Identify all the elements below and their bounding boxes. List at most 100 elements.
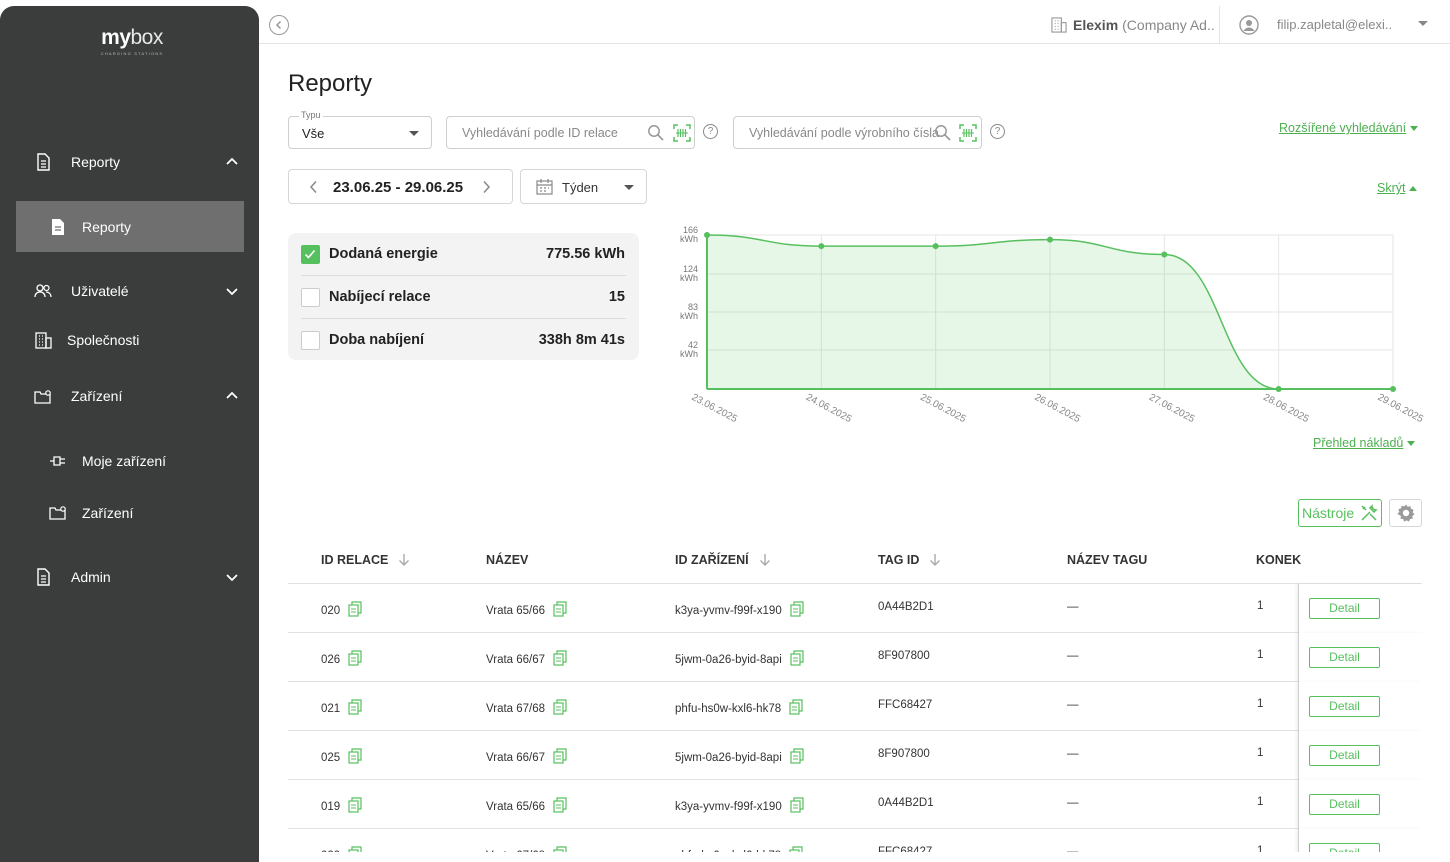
- session-search-input[interactable]: Vyhledávání podle ID relace: [446, 116, 695, 149]
- action-cell: Detail: [1298, 780, 1422, 829]
- collapse-sidebar-button[interactable]: [269, 15, 289, 35]
- chevron-left-icon[interactable]: [309, 180, 319, 194]
- divider: [1219, 6, 1220, 43]
- sidebar-item-companies[interactable]: Společnosti: [0, 320, 259, 360]
- sort-arrow-icon[interactable]: [398, 553, 410, 567]
- sidebar-item-reports[interactable]: Reporty: [0, 142, 259, 182]
- sidebar-subitem-my-devices[interactable]: Moje zařízení: [16, 435, 244, 486]
- tools-button[interactable]: Nástroje: [1298, 499, 1382, 527]
- action-cell: Detail: [1298, 731, 1422, 780]
- serial-search-input[interactable]: Vyhledávání podle výrobního čísla: [733, 116, 982, 149]
- sidebar-item-admin[interactable]: Admin: [0, 557, 259, 597]
- sort-arrow-icon[interactable]: [929, 553, 941, 567]
- metric-checkbox[interactable]: [301, 245, 320, 264]
- tools-icon: [1361, 504, 1378, 521]
- date-range-picker[interactable]: 23.06.25 - 29.06.25: [288, 169, 513, 204]
- copy-icon[interactable]: [789, 846, 804, 852]
- tag-name-cell: —: [1067, 650, 1079, 662]
- mybox-logo[interactable]: mybox CHARGING STATIONS: [92, 26, 172, 56]
- sidebar-item-users[interactable]: Uživatelé: [0, 271, 259, 311]
- search-icon[interactable]: [647, 124, 665, 142]
- type-select[interactable]: Typu Vše: [288, 110, 432, 149]
- app: mybox CHARGING STATIONS Reporty Reporty …: [0, 0, 1450, 862]
- caret-down-icon[interactable]: [1417, 20, 1429, 28]
- metric-checkbox[interactable]: [301, 288, 320, 307]
- name-cell: Vrata 67/68: [486, 846, 568, 852]
- column-header-device-id[interactable]: ID ZAŘÍZENÍ: [675, 553, 771, 567]
- column-header-session-id[interactable]: ID RELACE: [321, 553, 410, 567]
- table-row[interactable]: 019 Vrata 65/66 k3ya-yvmv-f99f-x190 0A44B2D…: [288, 780, 1422, 829]
- chevron-down-icon: [226, 574, 238, 582]
- cost-overview-link[interactable]: Přehled nákladů: [1313, 436, 1416, 450]
- tag-id-cell: 8F907800: [878, 650, 930, 662]
- copy-icon[interactable]: [553, 601, 568, 620]
- hide-label: Skrýt: [1377, 181, 1406, 195]
- metric-charging-sessions[interactable]: Nabíjecí relace 15: [288, 276, 639, 318]
- name-cell: Vrata 67/68: [486, 699, 568, 718]
- copy-icon[interactable]: [348, 699, 363, 718]
- copy-icon[interactable]: [348, 650, 363, 669]
- table-row[interactable]: 020 Vrata 65/66 k3ya-yvmv-f99f-x190 0A44B2D…: [288, 584, 1422, 633]
- barcode-scan-icon[interactable]: [959, 124, 977, 142]
- settings-button[interactable]: [1389, 499, 1422, 527]
- column-header-tag-id[interactable]: TAG ID: [878, 553, 941, 567]
- help-icon[interactable]: ?: [990, 124, 1005, 139]
- copy-icon[interactable]: [790, 650, 805, 669]
- column-header-label: TAG ID: [878, 553, 920, 567]
- sidebar-subitem-devices[interactable]: Zařízení: [16, 487, 244, 538]
- table-row[interactable]: 025 Vrata 66/67 5jwm-0a26-byid-8api 8F90780…: [288, 731, 1422, 780]
- hide-chart-link[interactable]: Skrýt: [1377, 181, 1418, 195]
- device-name: Vrata 66/67: [486, 751, 546, 764]
- metric-name: Dodaná energie: [329, 246, 438, 262]
- company-switcher[interactable]: Elexim (Company Ad..: [1051, 6, 1215, 43]
- sidebar-subitem-reports[interactable]: Reporty: [16, 201, 244, 252]
- action-cell: Detail: [1298, 829, 1422, 852]
- chart-data-point: [1390, 386, 1396, 392]
- detail-button[interactable]: Detail: [1309, 598, 1380, 619]
- connector: 1: [1257, 698, 1264, 710]
- detail-button[interactable]: Detail: [1309, 843, 1380, 852]
- gear-icon: [1397, 504, 1414, 522]
- period-select[interactable]: Týden: [520, 169, 647, 204]
- connector: 1: [1257, 845, 1264, 852]
- search-icon[interactable]: [934, 124, 952, 142]
- table-row[interactable]: 026 Vrata 66/67 5jwm-0a26-byid-8api 8F90780…: [288, 633, 1422, 682]
- copy-icon[interactable]: [348, 748, 363, 767]
- copy-icon[interactable]: [348, 797, 363, 816]
- detail-button[interactable]: Detail: [1309, 647, 1380, 668]
- chart-x-tick-label: 28.06.2025: [1261, 392, 1311, 425]
- chevron-down-icon: [226, 288, 238, 296]
- metric-checkbox[interactable]: [301, 331, 320, 350]
- copy-icon[interactable]: [553, 748, 568, 767]
- metric-delivered-energy[interactable]: Dodaná energie 775.56 kWh: [288, 233, 639, 275]
- chevron-right-icon[interactable]: [481, 180, 491, 194]
- copy-icon[interactable]: [790, 601, 805, 620]
- detail-button[interactable]: Detail: [1309, 696, 1380, 717]
- copy-icon[interactable]: [553, 797, 568, 816]
- copy-icon[interactable]: [348, 601, 363, 620]
- chart-x-tick-label: 27.06.2025: [1147, 392, 1197, 425]
- session-id: 020: [321, 604, 341, 617]
- copy-icon[interactable]: [790, 748, 805, 767]
- copy-icon[interactable]: [790, 797, 805, 816]
- detail-button[interactable]: Detail: [1309, 794, 1380, 815]
- copy-icon[interactable]: [348, 846, 363, 852]
- device-id: 5jwm-0a26-byid-8api: [675, 751, 782, 764]
- user-menu[interactable]: filip.zapletal@elexi..: [1239, 6, 1392, 43]
- table-row[interactable]: 020 Vrata 67/68 phfu-hs0w-kxl6-hk78 FFC6842…: [288, 829, 1422, 852]
- detail-button[interactable]: Detail: [1309, 745, 1380, 766]
- advanced-search-link[interactable]: Rozšířené vyhledávání: [1279, 121, 1419, 135]
- copy-icon[interactable]: [789, 699, 804, 718]
- help-icon[interactable]: ?: [703, 124, 718, 139]
- sort-arrow-icon[interactable]: [759, 553, 771, 567]
- sidebar-item-devices[interactable]: Zařízení: [0, 376, 259, 416]
- tag-name: —: [1067, 846, 1079, 852]
- users-icon: [34, 282, 52, 300]
- table-row[interactable]: 021 Vrata 67/68 phfu-hs0w-kxl6-hk78 FFC6842…: [288, 682, 1422, 731]
- copy-icon[interactable]: [553, 699, 568, 718]
- search-placeholder: Vyhledávání podle ID relace: [462, 126, 618, 140]
- copy-icon[interactable]: [553, 846, 568, 852]
- barcode-scan-icon[interactable]: [673, 124, 691, 142]
- metric-charging-time[interactable]: Doba nabíjení 338h 8m 41s: [288, 319, 639, 361]
- copy-icon[interactable]: [553, 650, 568, 669]
